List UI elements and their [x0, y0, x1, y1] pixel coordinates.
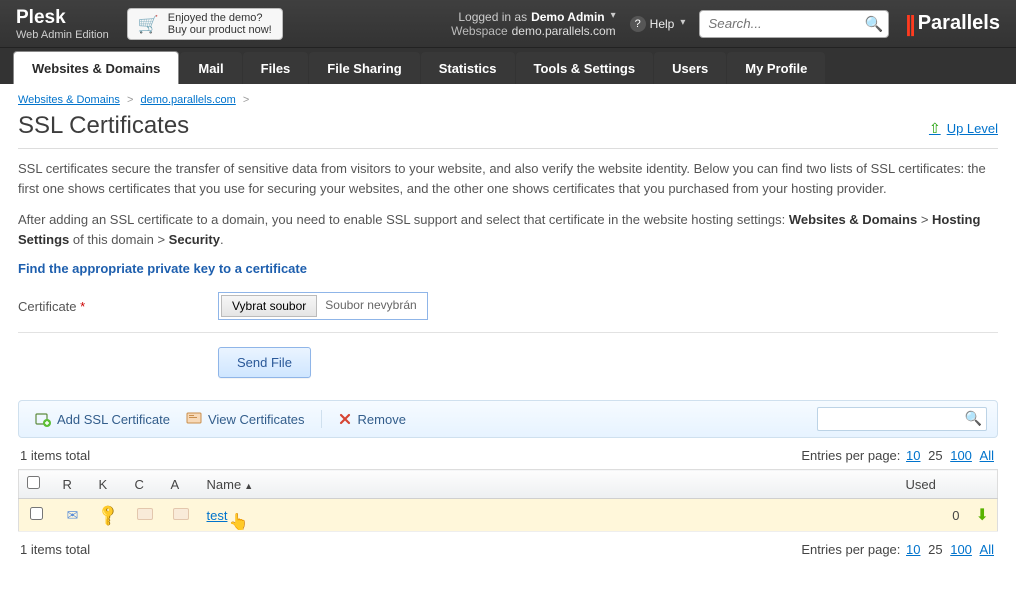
epp-option-selected[interactable]: 25: [928, 542, 942, 557]
promo-line-1: Enjoyed the demo?: [168, 12, 272, 24]
tab-tools-settings[interactable]: Tools & Settings: [516, 52, 654, 84]
cursor-hand-icon: 👆: [228, 512, 248, 532]
page-title: SSL Certificates: [18, 112, 929, 140]
entries-per-page-bottom: Entries per page: 10 25 100 All: [801, 542, 996, 557]
col-r[interactable]: R: [55, 470, 91, 499]
logged-in-prefix: Logged in as: [458, 10, 527, 24]
breadcrumb-sep: >: [127, 94, 133, 106]
csr-icon: ✉: [67, 507, 79, 523]
search-icon[interactable]: 🔍: [865, 15, 884, 33]
download-icon[interactable]: ⬇: [976, 507, 989, 524]
col-checkbox[interactable]: [19, 470, 55, 499]
row-checkbox[interactable]: [30, 507, 43, 520]
search-icon[interactable]: 🔍: [965, 410, 982, 427]
tab-websites-domains[interactable]: Websites & Domains: [13, 51, 179, 84]
logged-in-user[interactable]: Demo Admin: [531, 10, 605, 24]
help-menu[interactable]: ? Help ▾: [630, 16, 686, 32]
brand-title: Plesk: [16, 7, 109, 29]
cart-icon: 🛒: [138, 15, 160, 33]
breadcrumb: Websites & Domains > demo.parallels.com …: [18, 94, 998, 106]
col-name[interactable]: Name▲: [199, 470, 898, 499]
page-description: SSL certificates secure the transfer of …: [18, 159, 998, 198]
epp-option-selected[interactable]: 25: [928, 448, 942, 463]
tab-file-sharing[interactable]: File Sharing: [309, 52, 419, 84]
col-download: [968, 470, 998, 499]
epp-option[interactable]: 10: [906, 542, 920, 557]
select-all-checkbox[interactable]: [27, 476, 40, 489]
breadcrumb-item[interactable]: demo.parallels.com: [140, 94, 235, 106]
remove-icon: [338, 412, 352, 426]
login-info: Logged in as Demo Admin ▾ Webspace demo.…: [451, 10, 616, 38]
list-search[interactable]: 🔍: [817, 407, 987, 431]
col-a[interactable]: A: [163, 470, 199, 499]
help-label: Help: [650, 17, 675, 31]
list-search-input[interactable]: [817, 407, 987, 431]
add-ssl-button[interactable]: Add SSL Certificate: [29, 408, 176, 430]
ca-cert-icon: [173, 508, 189, 520]
epp-option[interactable]: All: [980, 542, 994, 557]
find-key-link[interactable]: Find the appropriate private key to a ce…: [18, 261, 998, 276]
primary-nav: Websites & Domains Mail Files File Shari…: [0, 48, 1016, 84]
tab-my-profile[interactable]: My Profile: [727, 52, 825, 84]
epp-option[interactable]: All: [980, 448, 994, 463]
epp-option[interactable]: 10: [906, 448, 920, 463]
brand-subtitle: Web Admin Edition: [16, 29, 109, 41]
sort-asc-icon: ▲: [244, 481, 253, 491]
chevron-down-icon[interactable]: ▾: [611, 10, 616, 21]
col-c[interactable]: C: [127, 470, 163, 499]
breadcrumb-sep: >: [243, 94, 249, 106]
promo-line-2: Buy our product now!: [168, 24, 272, 36]
remove-button[interactable]: Remove: [332, 409, 412, 430]
key-icon: 🔑: [96, 502, 122, 528]
toolbar-separator: [321, 410, 322, 428]
up-level-link[interactable]: ⇧ Up Level: [929, 120, 998, 137]
tab-files[interactable]: Files: [243, 52, 309, 84]
items-total-top: 1 items total: [20, 448, 90, 463]
items-total-bottom: 1 items total: [20, 542, 90, 557]
tab-statistics[interactable]: Statistics: [421, 52, 515, 84]
chevron-down-icon: ▾: [680, 17, 685, 28]
entries-per-page-top: Entries per page: 10 25 100 All: [801, 448, 996, 463]
certificate-label: Certificate *: [18, 299, 218, 314]
epp-option[interactable]: 100: [950, 542, 972, 557]
tab-users[interactable]: Users: [654, 52, 726, 84]
promo-box[interactable]: 🛒 Enjoyed the demo? Buy our product now!: [127, 8, 283, 40]
arrow-up-icon: ⇧: [929, 120, 941, 137]
file-picker[interactable]: Vybrat soubor Soubor nevybrán: [218, 292, 428, 320]
brand-block: Plesk Web Admin Edition: [16, 7, 109, 41]
page-description-2: After adding an SSL certificate to a dom…: [18, 210, 998, 249]
epp-option[interactable]: 100: [950, 448, 972, 463]
add-cert-icon: [35, 411, 51, 427]
tab-mail[interactable]: Mail: [180, 52, 241, 84]
parallels-bars-icon: ||: [905, 11, 913, 37]
ssl-cert-table: R K C A Name▲ Used ✉ 🔑 test 👆 0: [18, 469, 998, 532]
cert-used-count: 0: [898, 499, 968, 532]
help-icon: ?: [630, 16, 646, 32]
table-row[interactable]: ✉ 🔑 test 👆 0 ⬇: [19, 499, 998, 532]
file-status: Soubor nevybrán: [317, 295, 424, 317]
webspace-name[interactable]: demo.parallels.com: [512, 24, 616, 38]
col-used[interactable]: Used: [898, 470, 968, 499]
search-input[interactable]: [699, 10, 889, 38]
global-search[interactable]: 🔍: [699, 10, 889, 38]
send-file-button[interactable]: Send File: [218, 347, 311, 378]
webspace-prefix: Webspace: [451, 24, 507, 38]
list-toolbar: Add SSL Certificate View Certificates Re…: [18, 400, 998, 438]
choose-file-button[interactable]: Vybrat soubor: [221, 295, 317, 317]
view-certificates-button[interactable]: View Certificates: [180, 409, 311, 430]
cert-icon: [137, 508, 153, 520]
view-cert-icon: [186, 412, 202, 426]
col-k[interactable]: K: [91, 470, 127, 499]
up-level-label: Up Level: [947, 121, 998, 136]
breadcrumb-item[interactable]: Websites & Domains: [18, 94, 120, 106]
parallels-text: Parallels: [918, 12, 1000, 35]
parallels-logo: || Parallels: [905, 11, 1000, 37]
cert-name-link[interactable]: test: [207, 508, 228, 523]
